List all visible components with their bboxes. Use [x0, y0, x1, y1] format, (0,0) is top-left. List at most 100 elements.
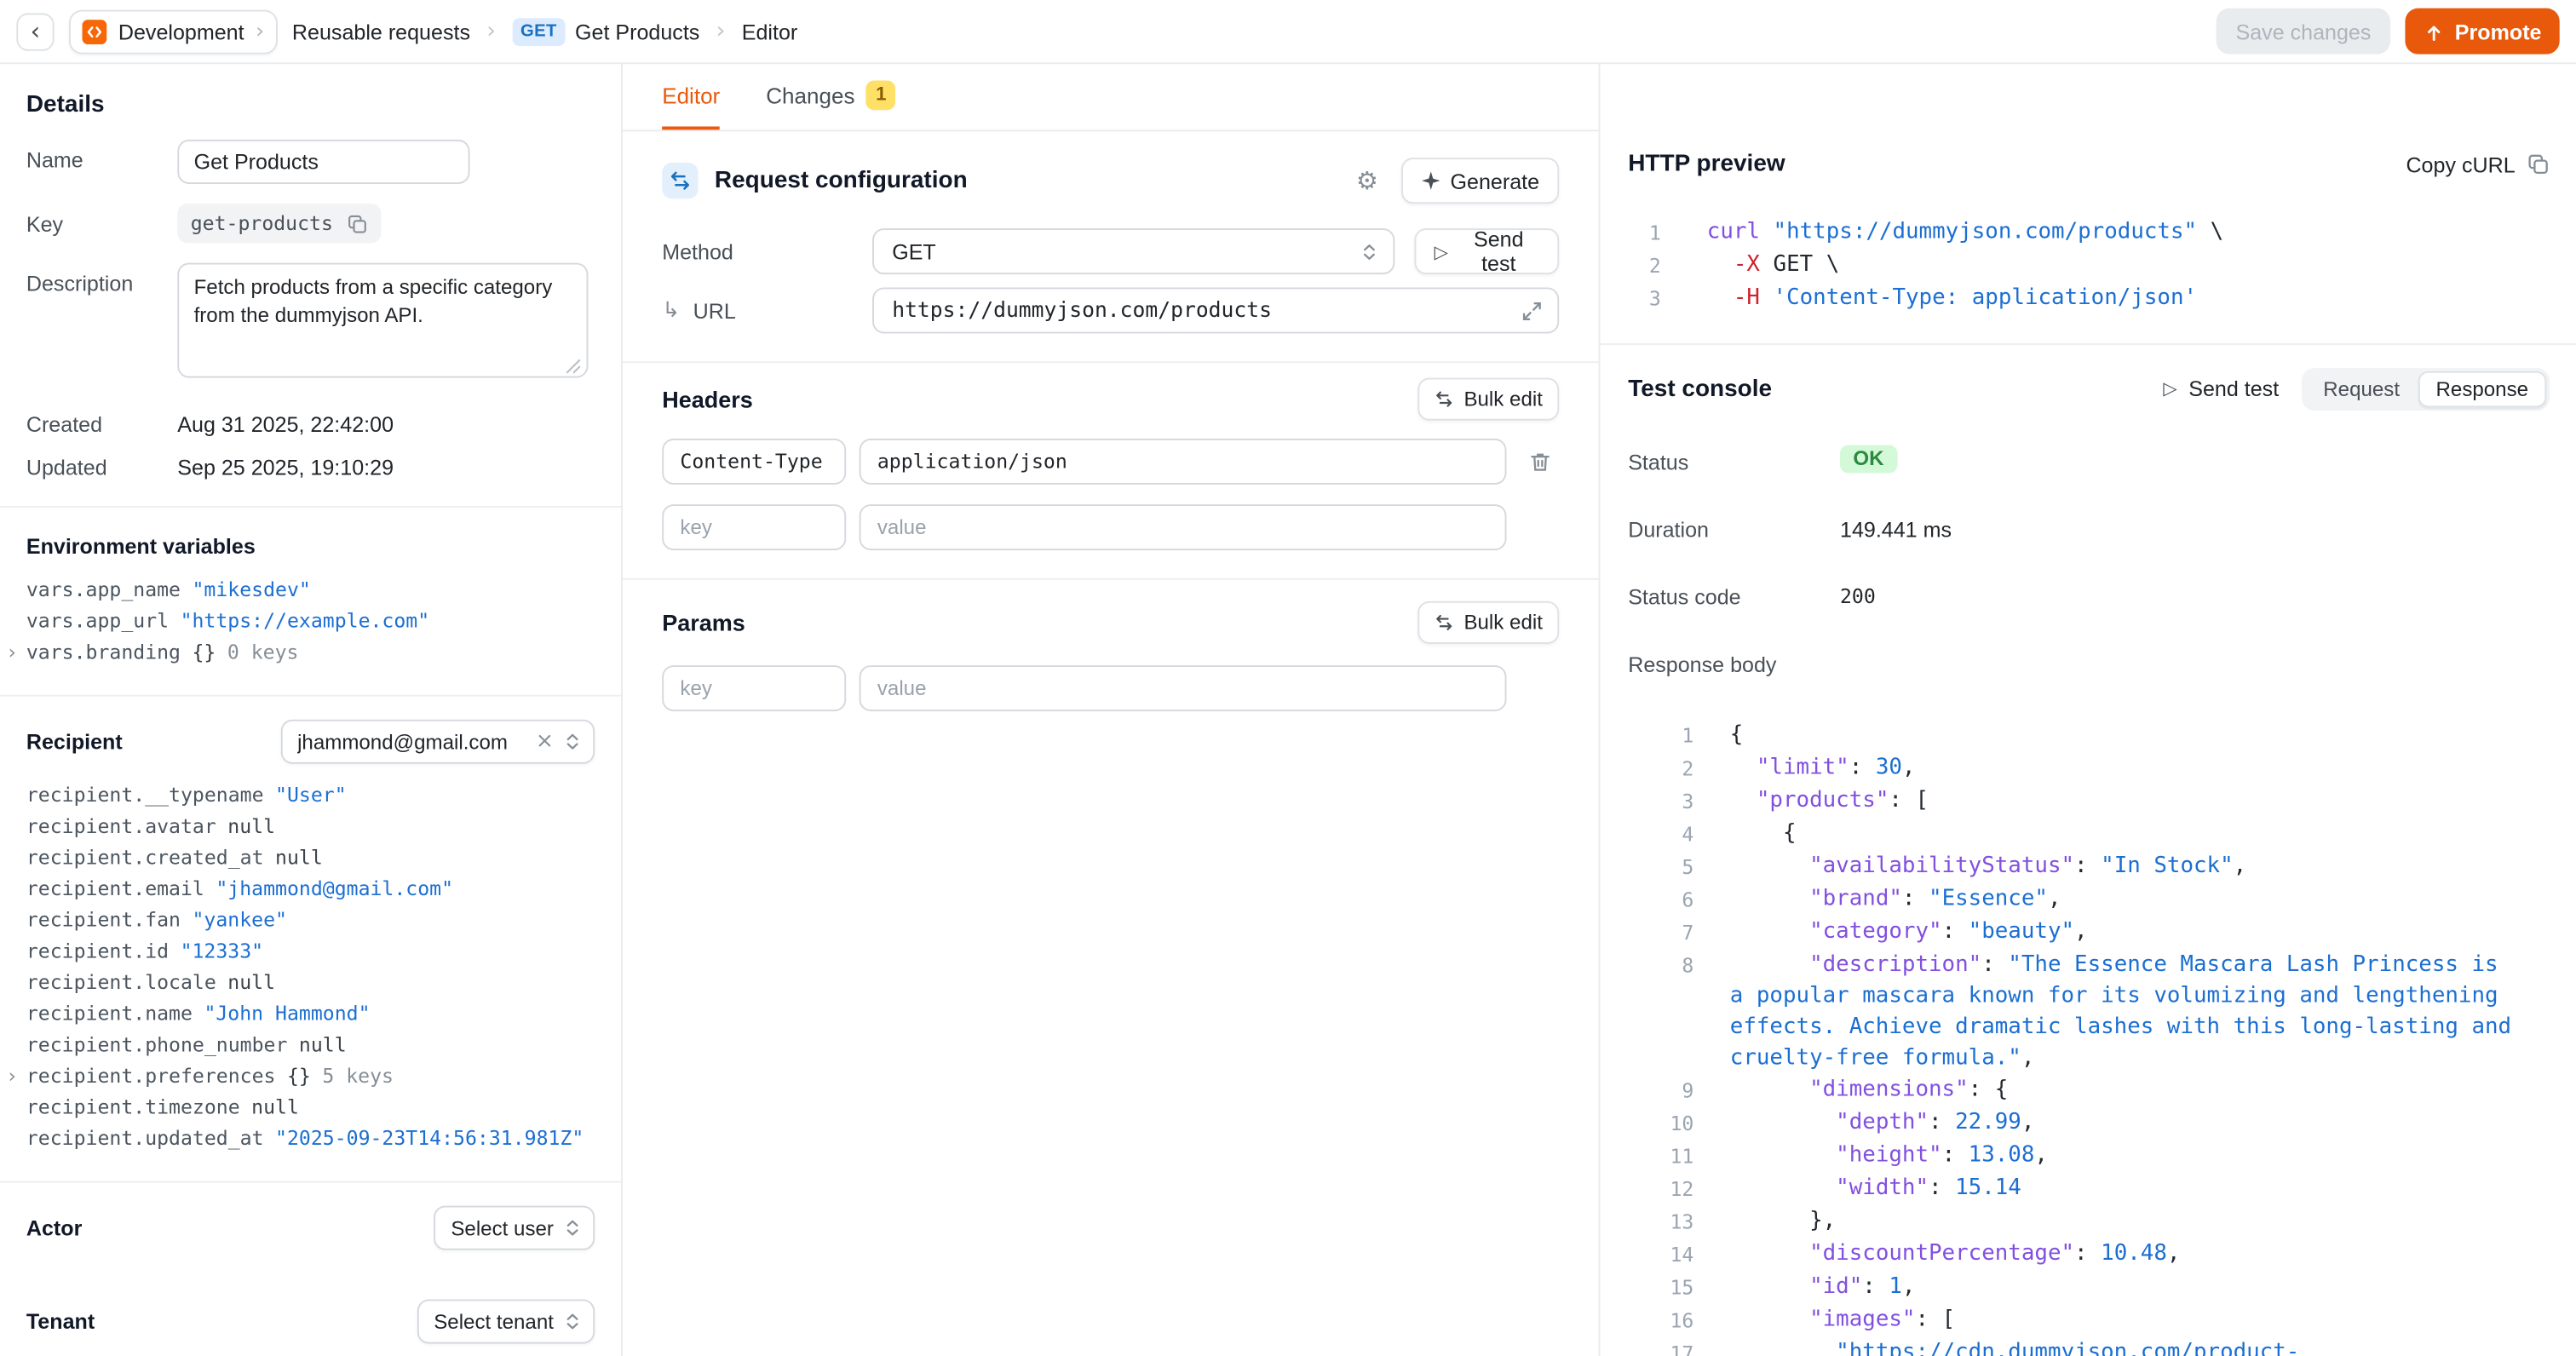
- updated-row: Updated Sep 25 2025, 19:10:29: [26, 453, 595, 480]
- status-row: Status OK: [1628, 450, 2550, 474]
- tenant-header: Tenant Select tenant: [26, 1299, 595, 1343]
- param-key-input[interactable]: [662, 665, 846, 711]
- url-row: ↳ URL https://dummyjson.com/products: [662, 287, 1559, 333]
- back-button[interactable]: ‹: [16, 12, 54, 49]
- recipient-field-row: recipient.localenull: [26, 968, 595, 999]
- url-label: URL: [693, 298, 736, 323]
- breadcrumb-section[interactable]: Reusable requests: [292, 19, 470, 43]
- env-variable-row: vars.app_name"mikesdev": [26, 575, 595, 606]
- line-number: 3: [1628, 785, 1693, 819]
- code-line: 2 "limit": 30,: [1628, 752, 2550, 785]
- name-label: Name: [26, 140, 177, 173]
- code-line: 17 "https://cdn.dummyjson.com/product-im…: [1628, 1337, 2550, 1356]
- divider: [0, 1181, 621, 1183]
- recipient-select[interactable]: jhammond@gmail.com ×: [281, 720, 595, 764]
- request-configuration-header: Request configuration ⚙ Generate: [662, 158, 1559, 204]
- actor-title: Actor: [26, 1215, 82, 1240]
- code-line: 7 "category": "beauty",: [1628, 916, 2550, 950]
- code-text: },: [1730, 1206, 2522, 1239]
- response-body-label: Response body: [1628, 652, 1840, 677]
- copy-icon[interactable]: [346, 213, 367, 234]
- header-key-input[interactable]: [662, 439, 846, 485]
- code-line: 2 -X GET \: [1628, 250, 2550, 283]
- actor-select[interactable]: Select user: [434, 1206, 595, 1250]
- url-input[interactable]: https://dummyjson.com/products: [872, 287, 1559, 333]
- line-number: 2: [1628, 250, 1661, 283]
- variable-value: null: [275, 846, 323, 869]
- variable-value: {}: [192, 641, 216, 664]
- copy-curl-button[interactable]: Copy cURL: [2406, 152, 2550, 176]
- save-changes-button[interactable]: Save changes: [2216, 9, 2390, 55]
- code-line: 3 "products": [: [1628, 785, 2550, 819]
- arrow-turn-right-icon: ↳: [662, 298, 680, 323]
- tab-editor[interactable]: Editor: [662, 64, 720, 129]
- variable-meta: 5 keys: [322, 1065, 394, 1088]
- line-number: 4: [1628, 818, 1693, 851]
- tenant-select[interactable]: Select tenant: [417, 1299, 595, 1343]
- code-line: 16 "images": [: [1628, 1304, 2550, 1337]
- breadcrumb-separator-icon: ›: [485, 18, 497, 44]
- variable-key: recipient.created_at: [26, 846, 264, 869]
- expand-icon[interactable]: [1521, 300, 1543, 321]
- status-code-row: Status code 200: [1628, 585, 2550, 610]
- variable-value: null: [251, 1095, 299, 1118]
- expand-chevron-icon[interactable]: ›: [9, 1061, 16, 1093]
- code-text: {: [1730, 720, 2522, 753]
- expand-chevron-icon[interactable]: ›: [9, 637, 16, 669]
- code-text: curl "https://dummyjson.com/products" \: [1707, 217, 2223, 250]
- variable-key: recipient.updated_at: [26, 1127, 264, 1150]
- recipient-field-row: recipient.name"John Hammond": [26, 999, 595, 1031]
- params-bulk-edit-button[interactable]: Bulk edit: [1417, 601, 1559, 644]
- environment-name: Development: [118, 19, 244, 43]
- http-preview-header: HTTP preview Copy cURL: [1628, 145, 2550, 184]
- gear-icon[interactable]: ⚙: [1356, 169, 1378, 193]
- line-number: 11: [1628, 1140, 1693, 1173]
- chevron-right-icon: ›: [256, 19, 264, 43]
- method-label: Method: [662, 239, 872, 264]
- description-label: Description: [26, 263, 177, 296]
- variable-key: recipient.fan: [26, 908, 181, 931]
- description-textarea[interactable]: Fetch products from a specific category …: [177, 263, 588, 378]
- environment-switcher[interactable]: Development ›: [69, 9, 278, 54]
- param-value-input[interactable]: [860, 665, 1507, 711]
- console-send-test-button[interactable]: ▷ Send test: [2163, 376, 2279, 401]
- toggle-request[interactable]: Request: [2305, 371, 2418, 406]
- editor-panel: Editor Changes 1 Request configuration ⚙: [623, 64, 1599, 1356]
- resize-handle-icon[interactable]: [565, 358, 581, 374]
- name-input[interactable]: [177, 140, 469, 184]
- chevron-up-down-icon: [1360, 242, 1378, 260]
- method-select[interactable]: GET: [872, 228, 1394, 274]
- key-badge: get-products: [177, 204, 381, 243]
- breadcrumb-request[interactable]: GET Get Products: [512, 17, 699, 45]
- test-console-header: Test console ▷ Send test Request Respons…: [1628, 366, 2550, 411]
- duration-value: 149.441 ms: [1840, 517, 1952, 542]
- promote-button[interactable]: Promote: [2406, 9, 2560, 55]
- code-line: 8 "description": "The Essence Mascara La…: [1628, 950, 2550, 1075]
- generate-button[interactable]: Generate: [1401, 158, 1560, 204]
- toggle-response[interactable]: Response: [2418, 371, 2546, 406]
- header-value-input[interactable]: [860, 439, 1507, 485]
- divider: [0, 506, 621, 508]
- code-text: "height": 13.08,: [1730, 1140, 2522, 1173]
- delete-header-button[interactable]: [1520, 442, 1559, 481]
- tab-changes[interactable]: Changes 1: [766, 64, 895, 129]
- variable-value: "https://example.com": [181, 609, 430, 632]
- code-line: 15 "id": 1,: [1628, 1272, 2550, 1305]
- status-badge: OK: [1840, 445, 1897, 474]
- variable-key: recipient.email: [26, 877, 204, 900]
- line-number: 8: [1628, 950, 1693, 1075]
- name-field-row: Name: [26, 140, 595, 184]
- header-value-input[interactable]: [860, 504, 1507, 550]
- header-key-input[interactable]: [662, 504, 846, 550]
- status-code-value: 200: [1840, 585, 1876, 608]
- clear-recipient-icon[interactable]: ×: [536, 731, 554, 752]
- variable-key: recipient.__typename: [26, 784, 264, 807]
- top-bar: ‹ Development › Reusable requests › GET …: [0, 0, 2576, 64]
- send-test-button[interactable]: ▷ Send test: [1414, 228, 1559, 274]
- swap-arrows-icon: [662, 163, 698, 198]
- variable-key: recipient.preferences: [26, 1065, 276, 1088]
- method-row: Method GET ▷ Send test: [662, 228, 1559, 274]
- line-number: 1: [1628, 217, 1661, 250]
- headers-bulk-edit-button[interactable]: Bulk edit: [1417, 378, 1559, 421]
- recipient-field-row: recipient.timezonenull: [26, 1092, 595, 1123]
